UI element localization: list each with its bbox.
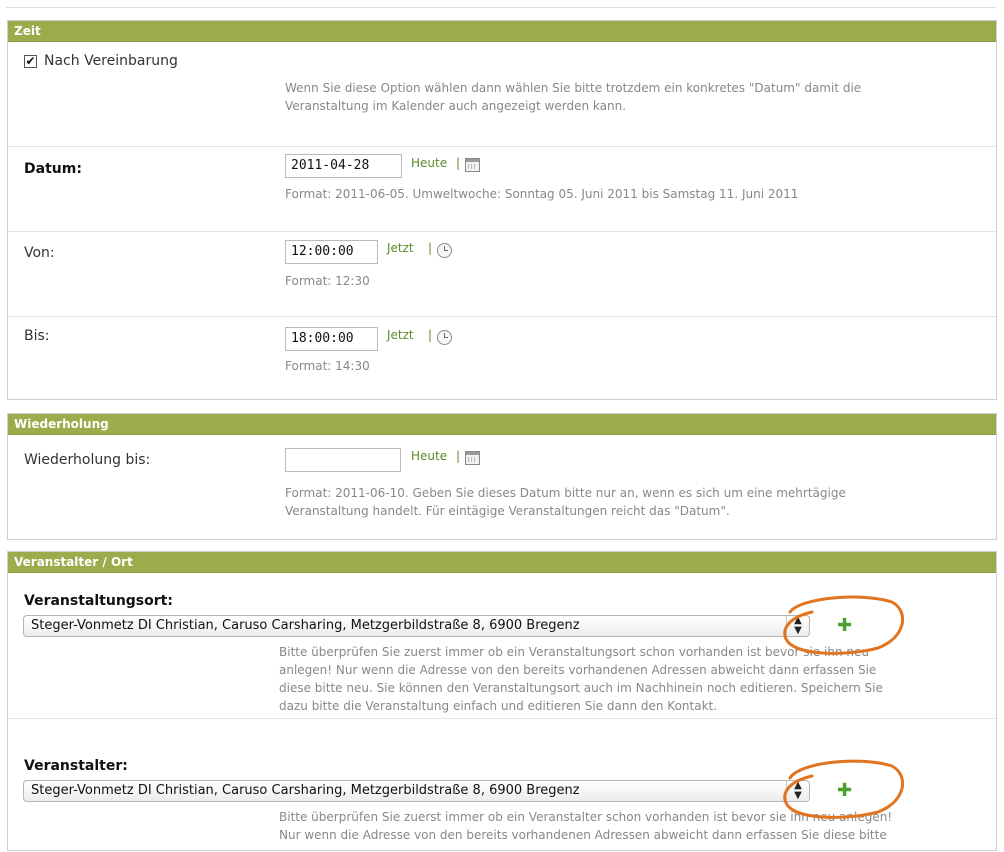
- wiederholung-help-2: Veranstaltung handelt. Für eintägige Ver…: [285, 504, 730, 518]
- veranstaltungsort-select[interactable]: Steger-Vonmetz DI Christian, Caruso Cars…: [23, 615, 810, 637]
- bis-row: Bis: 18:00:00 Jetzt | Format: 14:30: [8, 317, 996, 401]
- select-arrows-icon: ▲ ▼: [786, 616, 809, 636]
- veranstaltungsort-selected-value: Steger-Vonmetz DI Christian, Caruso Cars…: [31, 618, 580, 633]
- wiederholung-fieldset: Wiederholung Wiederholung bis: Heute | F…: [7, 413, 997, 540]
- datum-input[interactable]: 2011-04-28: [285, 154, 402, 178]
- bis-separator: |: [428, 328, 433, 342]
- veranstalter-selected-value: Steger-Vonmetz DI Christian, Caruso Cars…: [31, 783, 580, 798]
- nach-vereinbarung-row: ✔ Nach Vereinbarung Wenn Sie diese Optio…: [8, 42, 996, 147]
- datum-label: Datum:: [24, 161, 82, 177]
- nach-vereinbarung-label: Nach Vereinbarung: [44, 53, 178, 69]
- nach-vereinbarung-help-2: Veranstaltung im Kalender auch angezeigt…: [285, 99, 627, 113]
- zeit-fieldset: Zeit ✔ Nach Vereinbarung Wenn Sie diese …: [7, 20, 997, 400]
- datum-heute-link[interactable]: Heute: [411, 156, 447, 170]
- add-veranstaltungsort-icon[interactable]: ✚: [837, 617, 852, 635]
- veranstalter-select[interactable]: Steger-Vonmetz DI Christian, Caruso Cars…: [23, 780, 810, 802]
- zeit-header: Zeit: [8, 21, 996, 42]
- veranstalter-row: Veranstalter: Steger-Vonmetz DI Christia…: [8, 718, 996, 852]
- von-jetzt-link[interactable]: Jetzt: [387, 241, 414, 255]
- veranstalter-help-1: Bitte überprüfen Sie zuerst immer ob ein…: [279, 810, 893, 824]
- add-veranstalter-icon[interactable]: ✚: [837, 782, 852, 800]
- veranstaltungsort-help-3: diese bitte neu. Sie können den Veransta…: [279, 681, 883, 695]
- top-divider: [6, 7, 996, 8]
- datum-row: Datum: 2011-04-28 Heute | Format: 2011-0…: [8, 147, 996, 232]
- von-label: Von:: [24, 245, 55, 261]
- veranstaltungsort-help-2: anlegen! Nur wenn die Adresse von den be…: [279, 663, 877, 677]
- veranstaltungsort-row: Veranstaltungsort: Steger-Vonmetz DI Chr…: [8, 573, 996, 719]
- select-arrows-icon: ▲ ▼: [786, 781, 809, 801]
- veranstaltungsort-label: Veranstaltungsort:: [24, 593, 173, 609]
- von-separator: |: [428, 241, 433, 255]
- wiederholung-header: Wiederholung: [8, 414, 996, 435]
- wiederholung-heute-link[interactable]: Heute: [411, 449, 447, 463]
- von-help: Format: 12:30: [285, 274, 370, 288]
- veranstaltungsort-help-1: Bitte überprüfen Sie zuerst immer ob ein…: [279, 645, 869, 659]
- calendar-icon[interactable]: [465, 451, 480, 465]
- bis-jetzt-link[interactable]: Jetzt: [387, 328, 414, 342]
- nach-vereinbarung-help-1: Wenn Sie diese Option wählen dann wählen…: [285, 81, 862, 95]
- wiederholung-bis-input[interactable]: [285, 448, 401, 472]
- veranstalter-help-2: Nur wenn die Adresse von den bereits vor…: [279, 828, 887, 842]
- calendar-icon[interactable]: [465, 158, 480, 172]
- bis-label: Bis:: [24, 328, 50, 344]
- veranstaltungsort-help-4: dazu bitte die Veranstaltung einfach und…: [279, 699, 718, 713]
- bis-help: Format: 14:30: [285, 359, 370, 373]
- veranstalter-ort-fieldset: Veranstalter / Ort Veranstaltungsort: St…: [7, 551, 997, 851]
- wiederholung-label: Wiederholung bis:: [24, 452, 151, 468]
- wiederholung-help-1: Format: 2011-06-10. Geben Sie dieses Dat…: [285, 486, 846, 500]
- veranstalter-label: Veranstalter:: [24, 758, 128, 774]
- datum-separator: |: [456, 156, 461, 170]
- wiederholung-separator: |: [456, 449, 461, 463]
- clock-icon[interactable]: [437, 243, 452, 258]
- von-input[interactable]: 12:00:00: [285, 240, 378, 264]
- von-row: Von: 12:00:00 Jetzt | Format: 12:30: [8, 232, 996, 317]
- veranstalter-ort-header: Veranstalter / Ort: [8, 552, 996, 573]
- bis-input[interactable]: 18:00:00: [285, 327, 378, 351]
- clock-icon[interactable]: [437, 330, 452, 345]
- nach-vereinbarung-checkbox[interactable]: ✔: [24, 55, 37, 68]
- datum-help: Format: 2011-06-05. Umweltwoche: Sonntag…: [285, 187, 799, 201]
